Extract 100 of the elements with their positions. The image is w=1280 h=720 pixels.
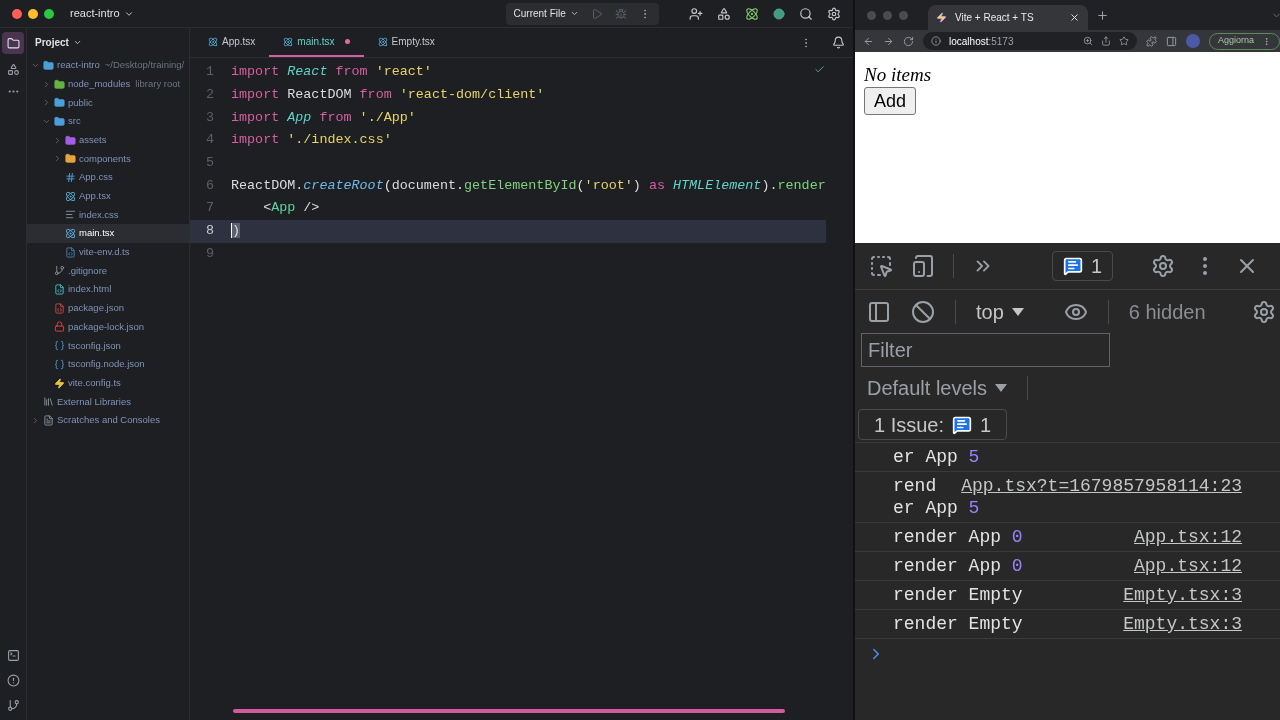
typescript-file-icon (65, 246, 76, 258)
browser-tab[interactable]: Vite + React + TS (928, 5, 1088, 30)
extensions-icon[interactable] (1146, 35, 1157, 47)
forward-icon[interactable] (883, 35, 894, 47)
tree-item[interactable]: package.json (27, 298, 189, 318)
tree-item[interactable]: components (27, 149, 189, 169)
item-name: node_modules (68, 76, 131, 91)
hidden-count: 6 hidden (1128, 299, 1206, 325)
editor-tab[interactable]: App.tsx (194, 28, 270, 57)
atom-icon[interactable] (745, 6, 759, 21)
source-link[interactable]: App.tsx:12 (1134, 526, 1243, 548)
add-button[interactable]: Add (864, 87, 917, 115)
tree-item[interactable]: package-lock.json (27, 317, 189, 337)
tree-item[interactable]: .gitignore (27, 261, 189, 281)
close-icon[interactable] (1069, 12, 1080, 23)
config-file-icon (54, 358, 65, 370)
tree-item[interactable]: public (27, 93, 189, 113)
line-number: 9 (204, 244, 214, 263)
issue-icon (1063, 256, 1083, 276)
side-panel-icon[interactable] (1166, 35, 1177, 47)
code-line: <App /> (262, 199, 320, 218)
tree-item[interactable]: Scratches and Consoles (27, 411, 189, 430)
sidebar-icon[interactable] (867, 299, 891, 324)
tree-item[interactable]: main.tsx (27, 224, 189, 243)
issues-counter[interactable]: 1 (1052, 251, 1114, 281)
filter-field[interactable]: Filter (861, 333, 1110, 367)
tree-item[interactable]: App.tsx (27, 186, 189, 206)
tree-item[interactable]: index.css (27, 205, 189, 225)
settings-icon[interactable] (1252, 299, 1277, 324)
editor-tab[interactable]: Empty.tsx (363, 28, 449, 57)
lock-icon (54, 321, 65, 333)
issue-icon (952, 414, 973, 435)
line-number: 1 (204, 63, 214, 82)
problems-icon[interactable] (6, 674, 20, 687)
tab-title: Vite + React + TS (955, 11, 1034, 25)
message-text: render Empty (893, 613, 1023, 635)
clear-console-icon[interactable] (911, 299, 935, 324)
source-link[interactable]: App.tsx:12 (1134, 555, 1243, 577)
horizontal-scrollbar[interactable] (233, 709, 785, 713)
search-icon[interactable] (799, 6, 813, 21)
editor-tab[interactable]: main.tsx (269, 28, 364, 57)
minimize-window-button[interactable] (28, 8, 38, 19)
context-selector[interactable]: top (976, 296, 1024, 327)
source-link[interactable]: Empty.tsx:3 (1123, 584, 1243, 606)
tree-item[interactable]: tsconfig.node.json (27, 355, 189, 374)
panel-title[interactable]: Project (35, 34, 82, 50)
add-user-icon[interactable] (689, 6, 703, 21)
css-file-icon (65, 171, 76, 183)
item-hint: ~/Desktop/training/ (104, 58, 185, 73)
code-line: import App from './App' (231, 108, 416, 127)
atom-icon (65, 190, 76, 202)
issues-bar[interactable]: 1 Issue: 1 (858, 409, 1008, 440)
item-name: App.css (79, 170, 113, 185)
code-line: import React from 'react' (231, 63, 432, 82)
url-text: localhost:5173 (949, 34, 1014, 49)
tree-item[interactable]: node_modules library root (27, 74, 189, 94)
log-levels-dropdown[interactable]: Default levels (867, 373, 1008, 403)
message-text: rend (893, 475, 937, 497)
structure-icon[interactable] (6, 63, 20, 76)
address-bar[interactable]: localhost:5173 (923, 32, 1137, 50)
tree-item[interactable]: vite-env.d.ts (27, 242, 189, 262)
git-icon[interactable] (6, 699, 20, 712)
lightning-icon (54, 377, 65, 389)
close-window-button[interactable] (12, 8, 22, 19)
reload-icon[interactable] (903, 35, 914, 47)
source-link[interactable]: Empty.tsx:3 (1123, 613, 1243, 635)
back-icon[interactable] (863, 35, 874, 47)
message-text: render App 0 (893, 526, 1023, 548)
tree-item[interactable]: src (27, 112, 189, 131)
inspect-element-icon[interactable] (869, 254, 893, 278)
stylesheet-icon (65, 209, 76, 221)
bookmark-star-icon[interactable] (1119, 36, 1129, 46)
tree-item[interactable]: index.html (27, 280, 189, 299)
lightning-icon (936, 12, 947, 23)
terminal-icon[interactable] (6, 649, 20, 662)
tree-item[interactable]: tsconfig.json (27, 336, 189, 355)
device-toolbar-icon[interactable] (911, 254, 935, 278)
new-tab-icon[interactable] (1096, 8, 1109, 22)
status-icon[interactable] (773, 7, 785, 20)
zoom-icon[interactable] (1083, 36, 1093, 46)
line-number: 6 (204, 176, 214, 195)
item-name: vite-env.d.ts (79, 245, 130, 260)
item-name: index.html (68, 282, 112, 297)
line-number: 4 (204, 131, 214, 150)
tree-item[interactable]: External Libraries (27, 392, 189, 412)
line-number: 2 (204, 85, 214, 104)
plugin-icon[interactable] (717, 6, 731, 21)
atom-icon (208, 36, 218, 47)
tree-item[interactable]: react-intro ~/Desktop/training/ (27, 56, 189, 75)
share-icon[interactable] (1101, 36, 1111, 46)
tree-item[interactable]: App.css (27, 168, 189, 187)
source-link[interactable]: App.tsx?t=1679857958114:23 (961, 475, 1243, 497)
maximize-window-button[interactable] (44, 8, 54, 19)
tree-item[interactable]: vite.config.ts (27, 373, 189, 393)
settings-icon[interactable] (827, 6, 841, 21)
settings-icon[interactable] (1151, 254, 1176, 278)
project-tool-button[interactable] (2, 32, 24, 54)
notifications-icon[interactable] (832, 36, 845, 49)
tree-item[interactable]: assets (27, 130, 189, 150)
project-selector[interactable]: react-intro (70, 5, 134, 22)
